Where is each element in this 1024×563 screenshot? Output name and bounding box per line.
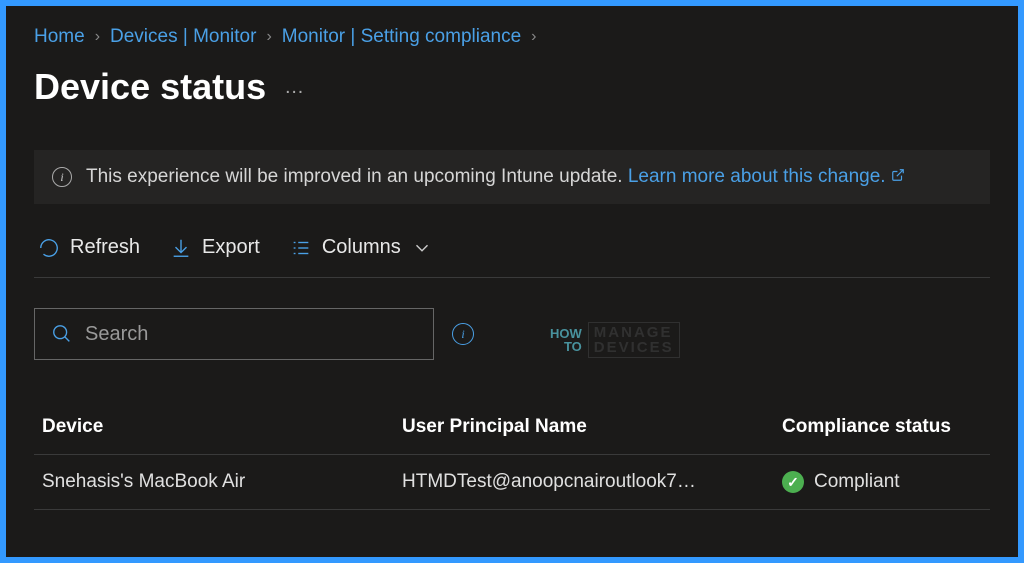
watermark: HOW TO MANAGE DEVICES: [550, 322, 680, 358]
check-circle-icon: ✓: [782, 471, 804, 493]
device-table: Device User Principal Name Compliance st…: [34, 400, 990, 510]
breadcrumb-home[interactable]: Home: [34, 26, 85, 48]
cell-upn: HTMDTest@anoopcnairoutlook7…: [402, 471, 782, 493]
info-icon: i: [52, 167, 72, 187]
columns-icon: [290, 237, 312, 259]
external-link-icon: [891, 168, 905, 186]
export-button[interactable]: Export: [170, 236, 260, 259]
header-upn[interactable]: User Principal Name: [402, 416, 782, 438]
more-actions-button[interactable]: …: [284, 76, 306, 99]
refresh-icon: [38, 237, 60, 259]
breadcrumb-monitor-setting-compliance[interactable]: Monitor | Setting compliance: [282, 26, 521, 48]
table-header: Device User Principal Name Compliance st…: [34, 400, 990, 455]
info-banner: i This experience will be improved in an…: [34, 150, 990, 204]
status-text: Compliant: [814, 471, 900, 493]
chevron-down-icon: [411, 237, 433, 259]
refresh-label: Refresh: [70, 236, 140, 259]
chevron-right-icon: ›: [95, 28, 100, 46]
refresh-button[interactable]: Refresh: [38, 236, 140, 259]
cell-device: Snehasis's MacBook Air: [42, 471, 402, 493]
download-icon: [170, 237, 192, 259]
search-box[interactable]: [34, 308, 434, 360]
chevron-right-icon: ›: [266, 28, 271, 46]
header-status[interactable]: Compliance status: [782, 416, 982, 438]
columns-label: Columns: [322, 236, 401, 259]
breadcrumb-devices-monitor[interactable]: Devices | Monitor: [110, 26, 256, 48]
search-info-icon[interactable]: i: [452, 323, 474, 345]
search-icon: [51, 323, 73, 345]
chevron-right-icon: ›: [531, 28, 536, 46]
banner-learn-more-link[interactable]: Learn more about this change.: [628, 166, 886, 187]
toolbar: Refresh Export Columns: [34, 224, 990, 278]
page-title: Device status: [34, 66, 266, 108]
header-device[interactable]: Device: [42, 416, 402, 438]
breadcrumb: Home › Devices | Monitor › Monitor | Set…: [34, 26, 990, 48]
search-input[interactable]: [85, 323, 417, 346]
cell-status: ✓ Compliant: [782, 471, 982, 493]
banner-text: This experience will be improved in an u…: [86, 166, 623, 187]
export-label: Export: [202, 236, 260, 259]
columns-button[interactable]: Columns: [290, 236, 433, 259]
table-row[interactable]: Snehasis's MacBook Air HTMDTest@anoopcna…: [34, 455, 990, 510]
